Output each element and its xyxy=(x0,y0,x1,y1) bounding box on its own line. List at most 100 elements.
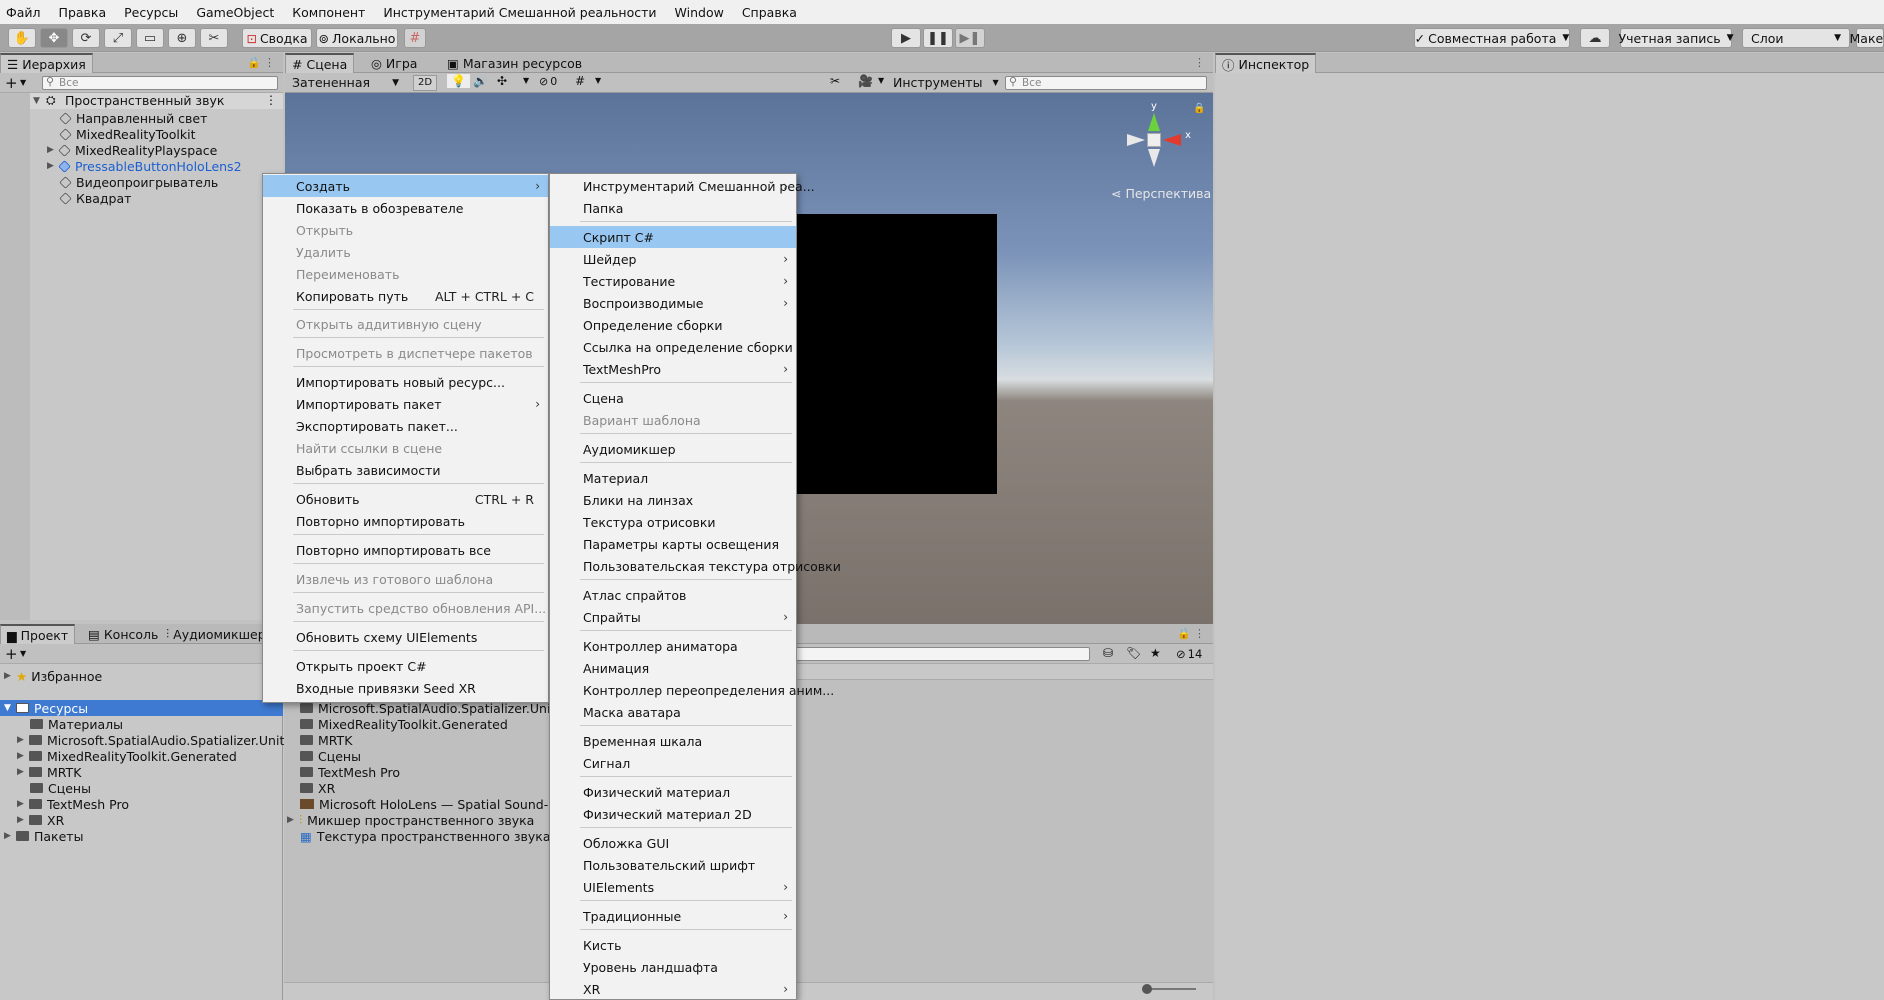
menu-mrtk[interactable]: Инструментарий Смешанной реальности xyxy=(383,5,656,20)
submenu-item-playables[interactable]: Воспроизводимые › xyxy=(550,292,796,314)
menu-help[interactable]: Справка xyxy=(742,5,797,20)
expand-arrow-icon[interactable]: ▼ xyxy=(4,703,16,713)
tree-folder[interactable]: Материалы xyxy=(30,716,123,732)
tree-folder[interactable]: ▶ TextMesh Pro xyxy=(17,796,129,812)
submenu-item-audio-mixer[interactable]: Аудиомикшер xyxy=(550,438,796,460)
gizmos-dropdown[interactable]: Инструменты ▼ xyxy=(893,75,999,91)
submenu-item-material[interactable]: Материал xyxy=(550,467,796,489)
submenu-item-prefab-variant[interactable]: Вариант шаблона xyxy=(550,409,796,431)
content-item[interactable]: XR xyxy=(300,780,335,796)
content-item[interactable]: MRTK xyxy=(300,732,352,748)
expand-arrow-icon[interactable]: ▶ xyxy=(17,815,29,825)
submenu-item-custom-render-texture[interactable]: Пользовательская текстура отрисовки xyxy=(550,555,841,577)
expand-arrow-icon[interactable]: ▶ xyxy=(47,145,59,155)
move-tool-button[interactable]: ✥ xyxy=(40,28,68,48)
layout-dropdown[interactable]: Макет xyxy=(1850,28,1884,48)
gizmo-neg-x-arrow[interactable] xyxy=(1127,134,1145,146)
menu-item-reimport[interactable]: Повторно импортировать xyxy=(263,510,548,532)
content-item[interactable]: ▦ Текстура пространственного звука xyxy=(300,828,551,844)
custom-tool-button[interactable]: ✂ xyxy=(200,28,228,48)
submenu-item-custom-font[interactable]: Пользовательский шрифт xyxy=(550,854,796,876)
tools-icon[interactable]: ✂ xyxy=(830,74,840,88)
submenu-item-animator-override[interactable]: Контроллер переопределения аним... xyxy=(550,679,834,701)
submenu-item-lightmap-parameters[interactable]: Параметры карты освещения xyxy=(550,533,796,555)
tab-game[interactable]: ◎ Игра xyxy=(365,53,423,73)
rect-tool-button[interactable]: ▭ xyxy=(136,28,164,48)
scene-search-input[interactable]: ⚲ Все xyxy=(1005,76,1207,90)
hierarchy-item[interactable]: ▶ MixedRealityPlayspace xyxy=(47,142,217,158)
submenu-item-mrtk[interactable]: Инструментарий Смешанной реа... › xyxy=(550,175,815,197)
chevron-down-icon[interactable]: ▼ xyxy=(20,649,26,658)
hierarchy-item[interactable]: Направленный свет xyxy=(59,110,207,126)
menu-item-view-in-package-manager[interactable]: Просмотреть в диспетчере пакетов xyxy=(263,342,548,364)
submenu-item-terrain-layer[interactable]: Уровень ландшафта xyxy=(550,956,796,978)
menu-item-open[interactable]: Открыть xyxy=(263,219,548,241)
lock-icon[interactable]: 🔒 xyxy=(1177,627,1191,640)
submenu-item-brush[interactable]: Кисть xyxy=(550,934,796,956)
scene-header-row[interactable]: ▼ ⛭ Пространственный звук ⋮ xyxy=(30,93,283,109)
tab-console[interactable]: ▤ Консоль xyxy=(82,624,164,644)
lock-icon[interactable]: 🔒 xyxy=(247,56,261,69)
submenu-item-shader[interactable]: Шейдер › xyxy=(550,248,796,270)
chevron-down-icon[interactable]: ▼ xyxy=(595,76,601,85)
hierarchy-item[interactable]: Квадрат xyxy=(59,190,131,206)
pause-button[interactable]: ❚❚ xyxy=(923,28,953,48)
grid-icon[interactable]: # xyxy=(575,74,585,88)
submenu-item-assembly-reference[interactable]: Ссылка на определение сборки xyxy=(550,336,796,358)
assets-row[interactable]: ▼ Ресурсы xyxy=(0,700,283,716)
hierarchy-item[interactable]: Видеопроигрыватель xyxy=(59,174,218,190)
chevron-down-icon[interactable]: ▼ xyxy=(523,76,529,85)
menu-item-copy-path[interactable]: Копировать путь ALT + CTRL + C xyxy=(263,285,548,307)
menu-item-run-api-updater[interactable]: Запустить средство обновления API... xyxy=(263,597,548,619)
tree-folder[interactable]: ▶ Microsoft.SpatialAudio.Spatializer.Unit… xyxy=(17,732,292,748)
tree-folder[interactable]: Сцены xyxy=(30,780,91,796)
camera-icon[interactable]: 🎥 xyxy=(858,74,873,88)
submenu-item-sprite-atlas[interactable]: Атлас спрайтов xyxy=(550,584,796,606)
submenu-item-animator-controller[interactable]: Контроллер аниматора xyxy=(550,635,796,657)
tab-project[interactable]: ▆ Проект xyxy=(0,624,76,644)
packages-row[interactable]: ▶ Пакеты xyxy=(4,828,83,844)
tab-hierarchy[interactable]: ☰ Иерархия xyxy=(0,53,93,73)
menu-item-import-package[interactable]: Импортировать пакет › xyxy=(263,393,548,415)
expand-arrow-icon[interactable]: ▼ xyxy=(33,96,45,106)
hierarchy-item[interactable]: MixedRealityToolkit xyxy=(59,126,196,142)
add-icon[interactable]: + xyxy=(5,645,18,663)
content-item[interactable]: Microsoft HoloLens — Spatial Sound-PT xyxy=(300,796,563,812)
tab-audio-mixer[interactable]: ⫶ Аудиомикшер xyxy=(160,624,272,644)
content-item[interactable]: MixedRealityToolkit.Generated xyxy=(300,716,508,732)
menu-item-import-new-asset[interactable]: Импортировать новый ресурс... xyxy=(263,371,548,393)
menu-item-rename[interactable]: Переименовать xyxy=(263,263,548,285)
menu-item-refresh[interactable]: Обновить CTRL + R xyxy=(263,488,548,510)
content-item[interactable]: TextMesh Pro xyxy=(300,764,400,780)
menu-assets[interactable]: Ресурсы xyxy=(124,5,178,20)
expand-arrow-icon[interactable]: ▶ xyxy=(17,735,29,745)
favorites-row[interactable]: ▶ ★ Избранное xyxy=(4,668,102,684)
submenu-item-folder[interactable]: Папка xyxy=(550,197,796,219)
submenu-item-physic-material-2d[interactable]: Физический материал 2D xyxy=(550,803,796,825)
menu-window[interactable]: Window xyxy=(675,5,724,20)
content-item[interactable]: ▶ ⫶ Микшер пространственного звука xyxy=(287,812,534,828)
menu-item-open-csharp-project[interactable]: Открыть проект C# xyxy=(263,655,548,677)
menu-file[interactable]: Файл xyxy=(6,5,41,20)
local-toggle[interactable]: ⊚ Локально xyxy=(316,28,398,48)
hidden-packages-toggle[interactable]: ⊘ 14 xyxy=(1176,647,1202,661)
gizmo-x-arrow[interactable] xyxy=(1163,134,1181,146)
submenu-item-lens-flare[interactable]: Блики на линзах xyxy=(550,489,796,511)
menu-item-select-dependencies[interactable]: Выбрать зависимости xyxy=(263,459,548,481)
tree-folder[interactable]: ▶ XR xyxy=(17,812,64,828)
layers-dropdown[interactable]: Слои ▼ xyxy=(1742,28,1850,48)
menu-edit[interactable]: Правка xyxy=(59,5,107,20)
submenu-item-testing[interactable]: Тестирование › xyxy=(550,270,796,292)
pivot-toggle[interactable]: ⊡ Сводка xyxy=(242,28,312,48)
collab-dropdown[interactable]: ✓ Совместная работа ▼ xyxy=(1414,28,1570,48)
grid-snap-button[interactable]: # xyxy=(404,28,426,48)
filter-type-icon[interactable]: ⛁ xyxy=(1103,646,1113,660)
play-button[interactable]: ▶ xyxy=(891,28,921,48)
hand-tool-button[interactable]: ✋ xyxy=(8,28,36,48)
hidden-objects-toggle[interactable]: ⊘ 0 xyxy=(539,75,557,91)
more-icon[interactable]: ⋮ xyxy=(1194,627,1205,640)
expand-arrow-icon[interactable]: ▶ xyxy=(17,767,29,777)
expand-arrow-icon[interactable]: ▶ xyxy=(17,751,29,761)
submenu-item-uielements[interactable]: UIElements › xyxy=(550,876,796,898)
project-search-input[interactable] xyxy=(790,647,1090,661)
